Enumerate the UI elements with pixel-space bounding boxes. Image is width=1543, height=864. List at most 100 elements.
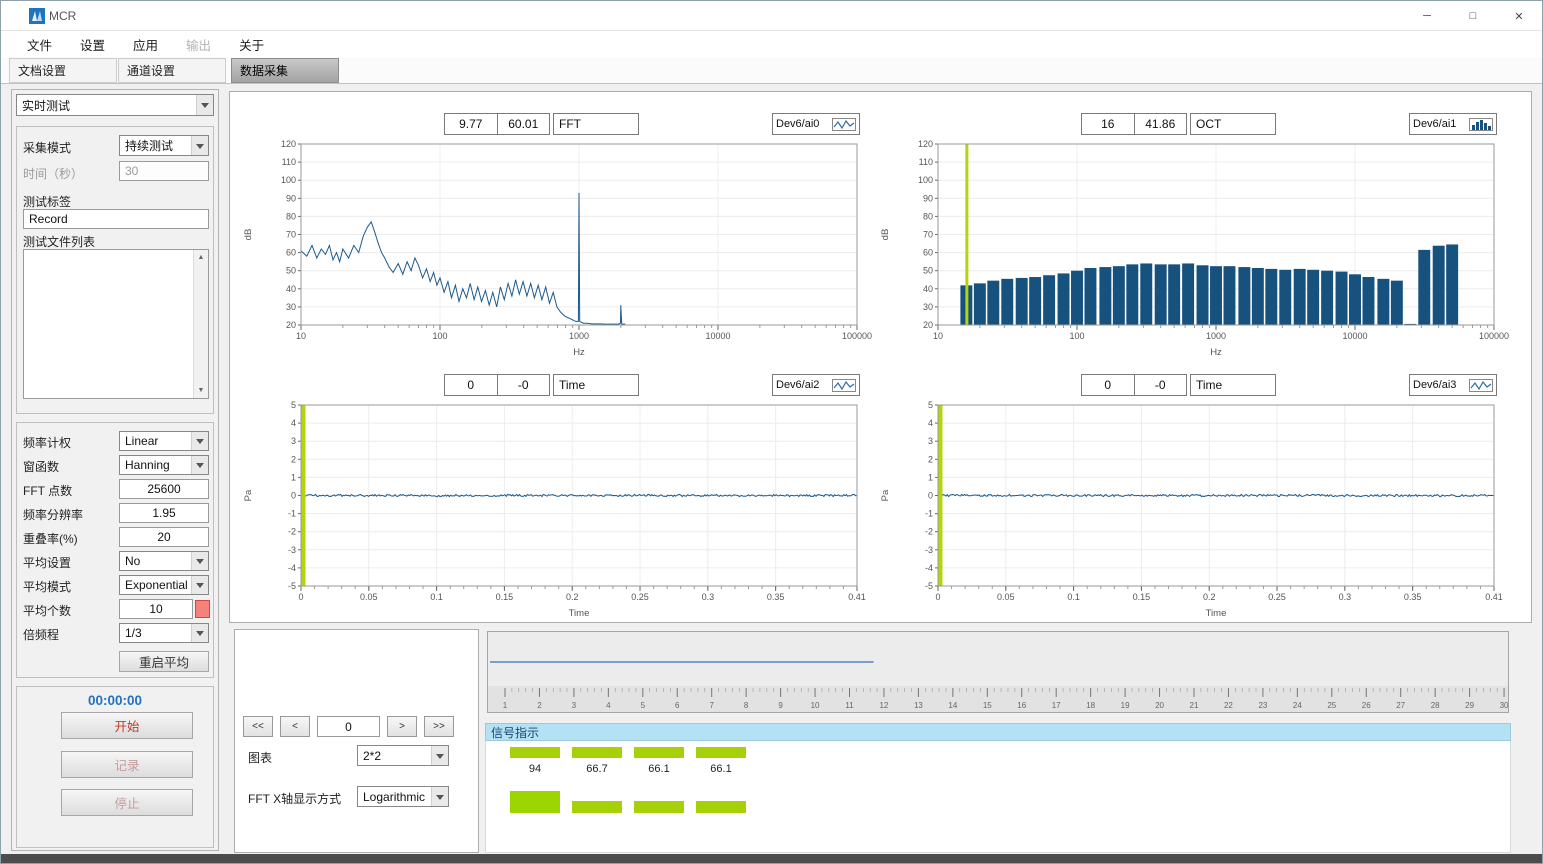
level-bar [510, 747, 560, 758]
fft-x-axis-select[interactable]: Logarithmic [357, 786, 449, 807]
scroll-up-icon[interactable]: ▲ [194, 250, 208, 265]
svg-text:27: 27 [1396, 701, 1405, 710]
svg-text:-1: -1 [288, 509, 296, 519]
svg-text:3: 3 [291, 436, 296, 446]
menu-settings[interactable]: 设置 [66, 31, 119, 57]
fft-plot[interactable]: 2030405060708090100110120101001000100001… [237, 139, 877, 361]
level-value: 66.1 [696, 763, 746, 775]
svg-text:80: 80 [286, 211, 296, 221]
oct-plot[interactable]: 2030405060708090100110120101001000100001… [874, 139, 1514, 361]
close-button[interactable]: ✕ [1496, 1, 1542, 31]
average-setting-select[interactable]: No [119, 551, 209, 571]
nav-prev-button[interactable]: < [280, 716, 310, 737]
sidebar-panel: 实时测试 采集模式 持续测试 时间（秒） 30 测试标签 Record 测试文件… [11, 89, 219, 851]
time-plot-ai2[interactable]: -5-4-3-2-101234500.050.10.150.20.250.30.… [237, 400, 877, 622]
svg-text:Pa: Pa [880, 489, 891, 501]
svg-text:60: 60 [923, 248, 933, 258]
freq-weighting-select[interactable]: Linear [119, 431, 209, 451]
svg-text:70: 70 [923, 230, 933, 240]
record-button: 记录 [61, 751, 193, 778]
average-count-input[interactable]: 10 [119, 599, 193, 619]
menu-file[interactable]: 文件 [13, 31, 66, 57]
tab-document-settings[interactable]: 文档设置 [9, 58, 117, 83]
svg-text:23: 23 [1258, 701, 1267, 710]
cursor-y-value: 41.86 [1134, 114, 1187, 134]
line-chart-icon [832, 118, 856, 131]
display-options-panel: << < 0 > >> 图表 2*2 FFT X轴显示方式 Logarithmi… [234, 629, 479, 853]
svg-text:28: 28 [1431, 701, 1440, 710]
svg-text:-4: -4 [288, 563, 296, 573]
svg-text:26: 26 [1362, 701, 1371, 710]
overlap-label: 重叠率(%) [23, 530, 78, 547]
minimize-button[interactable]: ─ [1404, 1, 1450, 31]
svg-text:12: 12 [879, 701, 888, 710]
maximize-button[interactable]: □ [1450, 1, 1496, 31]
tab-data-acquisition[interactable]: 数据采集 [231, 58, 339, 83]
line-chart-icon [832, 379, 856, 392]
channel-selector-ai2[interactable]: Dev6/ai2 [772, 374, 860, 396]
svg-text:22: 22 [1224, 701, 1233, 710]
fft-cursor-readout: 9.77 60.01 [444, 113, 550, 135]
svg-text:120: 120 [281, 139, 296, 149]
channel-selector-ai3[interactable]: Dev6/ai3 [1409, 374, 1497, 396]
acquisition-mode-select[interactable]: 持续测试 [119, 135, 209, 156]
chart-type-label: FFT [553, 113, 639, 135]
nav-first-button[interactable]: << [243, 716, 273, 737]
app-logo-icon [29, 8, 45, 24]
time-plot-ai3[interactable]: -5-4-3-2-101234500.050.10.150.20.250.30.… [874, 400, 1514, 622]
nav-index-input[interactable]: 0 [317, 716, 380, 737]
nav-last-button[interactable]: >> [424, 716, 454, 737]
svg-text:0: 0 [935, 592, 940, 602]
chart-cell-fft: 9.77 60.01 FFT Dev6/ai0 2030405060708090… [237, 113, 877, 363]
svg-text:0.35: 0.35 [1404, 592, 1422, 602]
oct-cursor-readout: 16 41.86 [1081, 113, 1187, 135]
channel-selector-ai1[interactable]: Dev6/ai1 [1409, 113, 1497, 135]
cursor-x-value: 0 [445, 375, 497, 395]
svg-text:10000: 10000 [705, 331, 730, 341]
chart-cell-time-ai3: 0 -0 Time Dev6/ai3 -5-4-3-2-101234500.05… [874, 374, 1514, 624]
svg-text:-3: -3 [288, 545, 296, 555]
svg-text:4: 4 [606, 701, 611, 710]
freq-resolution-label: 频率分辨率 [23, 506, 83, 523]
chart-layout-select[interactable]: 2*2 [357, 745, 449, 766]
svg-text:2: 2 [537, 701, 542, 710]
channel-selector-ai0[interactable]: Dev6/ai0 [772, 113, 860, 135]
nav-next-button[interactable]: > [387, 716, 417, 737]
overlap-input[interactable]: 20 [119, 527, 209, 547]
svg-text:7: 7 [709, 701, 714, 710]
tab-channel-settings[interactable]: 通道设置 [118, 58, 226, 83]
start-button[interactable]: 开始 [61, 712, 193, 739]
peak-bar [696, 801, 746, 813]
octave-select[interactable]: 1/3 [119, 623, 209, 643]
fft-points-input[interactable]: 25600 [119, 479, 209, 499]
average-mode-select[interactable]: Exponential [119, 575, 209, 595]
timeline-strip[interactable]: 1234567891011121314151617181920212223242… [487, 631, 1509, 713]
chart-type-label: OCT [1190, 113, 1276, 135]
svg-text:0: 0 [291, 491, 296, 501]
window-function-select[interactable]: Hanning [119, 455, 209, 475]
svg-text:0.35: 0.35 [767, 592, 785, 602]
level-value: 66.7 [572, 763, 622, 775]
fft-settings-group: 频率计权 Linear 窗函数 Hanning FFT 点数 25600 频率分… [16, 422, 214, 678]
svg-text:30: 30 [286, 302, 296, 312]
svg-text:40: 40 [923, 284, 933, 294]
test-label-input[interactable]: Record [23, 209, 209, 229]
svg-text:50: 50 [286, 266, 296, 276]
restart-average-button[interactable]: 重启平均 [119, 651, 209, 672]
listbox-scrollbar[interactable]: ▲ ▼ [193, 250, 208, 398]
svg-text:10: 10 [933, 331, 943, 341]
scroll-down-icon[interactable]: ▼ [194, 383, 208, 398]
menu-apply[interactable]: 应用 [119, 31, 172, 57]
svg-text:6: 6 [675, 701, 680, 710]
level-bar [634, 747, 684, 758]
menu-about[interactable]: 关于 [225, 31, 278, 57]
freq-resolution-input[interactable]: 1.95 [119, 503, 209, 523]
svg-text:0.25: 0.25 [1268, 592, 1286, 602]
test-file-listbox[interactable]: ▲ ▼ [23, 249, 209, 399]
app-window: MCR ─ □ ✕ 文件 设置 应用 输出 关于 文档设置 通道设置 数据采集 … [0, 0, 1543, 864]
chart-layout-label: 图表 [248, 749, 272, 766]
test-mode-select[interactable]: 实时测试 [16, 94, 214, 116]
chart-cell-oct: 16 41.86 OCT Dev6/ai1 203040506070809010… [874, 113, 1514, 363]
window-bottom-edge [1, 854, 1542, 864]
chart-cell-time-ai2: 0 -0 Time Dev6/ai2 -5-4-3-2-101234500.05… [237, 374, 877, 624]
